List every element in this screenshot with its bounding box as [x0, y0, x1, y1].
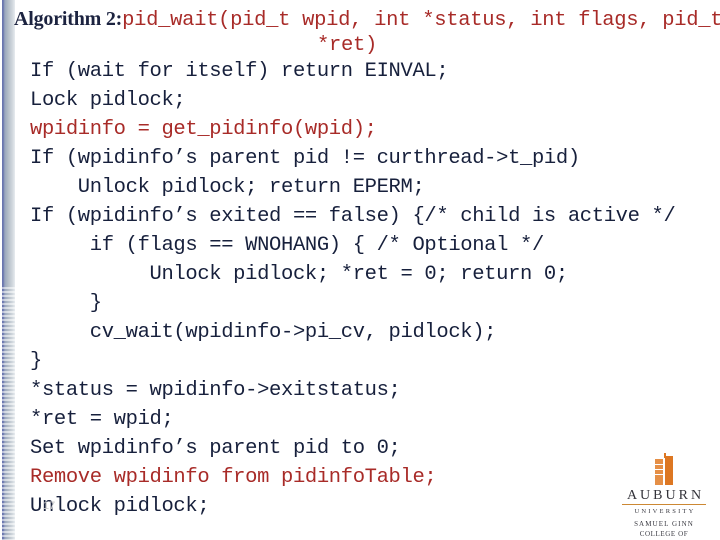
- logo-college-line-2: COLLEGE OF ENGINEERING: [639, 530, 689, 538]
- code-line: }: [30, 350, 42, 373]
- function-signature-part-1: pid_wait(pid_t wpid, int *status, int fl…: [122, 9, 720, 32]
- code-line: Unlock pidlock; return EPERM;: [30, 176, 425, 199]
- logo-wordmark: AUBURN: [626, 488, 705, 503]
- pseudocode-block: If (wait for itself) return EINVAL; Lock…: [30, 57, 720, 521]
- code-line: Lock pidlock;: [30, 89, 186, 112]
- code-line: wpidinfo = get_pidinfo(wpid);: [30, 118, 377, 141]
- code-line: Unlock pidlock; *ret = 0; return 0;: [30, 263, 569, 286]
- code-line: If (wpidinfo’s parent pid != curthread->…: [30, 147, 580, 170]
- auburn-university-logo: AUBURN UNIVERSITY SAMUEL GINN COLLEGE OF…: [616, 453, 712, 538]
- code-line: If (wait for itself) return EINVAL;: [30, 60, 449, 83]
- code-line: }: [30, 292, 102, 315]
- code-line: If (wpidinfo’s exited == false) {/* chil…: [30, 205, 676, 228]
- left-accent-bar: [2, 0, 15, 540]
- code-line: *status = wpidinfo->exitstatus;: [30, 379, 401, 402]
- logo-college-line-1: SAMUEL GINN: [634, 520, 694, 528]
- code-line: cv_wait(wpidinfo->pi_cv, pidlock);: [30, 321, 497, 344]
- logo-divider: [622, 504, 706, 505]
- code-line: if (flags == WNOHANG) { /* Optional */: [30, 234, 545, 257]
- title-line-primary: Algorithm 2:pid_wait(pid_t wpid, int *st…: [14, 7, 720, 33]
- function-signature-part-2: *ret): [316, 34, 377, 57]
- slide-canvas: Algorithm 2:pid_wait(pid_t wpid, int *st…: [0, 0, 720, 540]
- algorithm-label: Algorithm 2:: [14, 8, 123, 30]
- page-number: 17: [43, 500, 56, 512]
- logo-subtitle: UNIVERSITY: [634, 508, 696, 515]
- title-line-secondary: *ret): [0, 33, 720, 58]
- slide-title: Algorithm 2:pid_wait(pid_t wpid, int *st…: [14, 7, 720, 58]
- samford-tower-icon: [651, 453, 677, 486]
- code-line: *ret = wpid;: [30, 408, 174, 431]
